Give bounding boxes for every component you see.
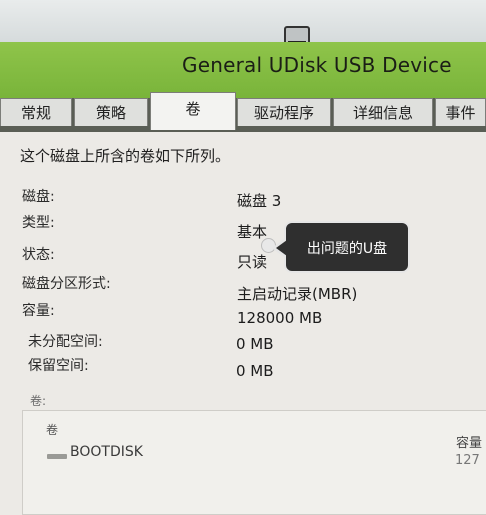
unallocated-label: 未分配空间: xyxy=(28,334,103,350)
capacity-label: 容量: xyxy=(22,303,55,319)
status-value: 只读 xyxy=(237,253,268,271)
partition-style-label: 磁盘分区形式: xyxy=(22,276,111,292)
volumes-list[interactable] xyxy=(22,410,486,515)
status-label: 状态: xyxy=(22,247,55,263)
tab-details[interactable]: 详细信息 xyxy=(333,98,433,126)
tab-policy[interactable]: 策略 xyxy=(74,98,148,126)
annotation-callout: 出问题的U盘 xyxy=(272,221,410,273)
type-value: 基本 xyxy=(237,223,268,241)
volume-row-capacity: 127 xyxy=(455,453,480,468)
background-window-strip xyxy=(0,0,486,42)
tab-strip: 常规 策略 卷 驱动程序 详细信息 事件 xyxy=(0,92,486,132)
tab-driver[interactable]: 驱动程序 xyxy=(237,98,331,126)
partition-style-value: 主启动记录(MBR) xyxy=(237,285,358,303)
unallocated-value: 0 MB xyxy=(236,335,274,353)
tab-events[interactable]: 事件 xyxy=(435,98,486,126)
volume-icon xyxy=(47,454,67,459)
window-title: General UDisk USB Device xyxy=(182,53,452,77)
reserved-label: 保留空间: xyxy=(28,358,89,374)
type-label: 类型: xyxy=(22,215,55,231)
tab-general[interactable]: 常规 xyxy=(0,98,72,126)
volumes-section-label: 卷: xyxy=(30,394,47,408)
panel-caption: 这个磁盘上所含的卷如下所列。 xyxy=(20,147,231,165)
volume-row-name[interactable]: BOOTDISK xyxy=(70,444,143,460)
tab-volumes[interactable]: 卷 xyxy=(150,92,236,130)
capacity-value: 128000 MB xyxy=(237,309,323,327)
disk-label: 磁盘: xyxy=(22,189,55,205)
reserved-value: 0 MB xyxy=(236,362,274,380)
disk-value: 磁盘 3 xyxy=(237,192,282,210)
volume-column-header[interactable]: 卷 xyxy=(46,421,58,438)
capacity-column-header[interactable]: 容量 xyxy=(456,432,482,451)
